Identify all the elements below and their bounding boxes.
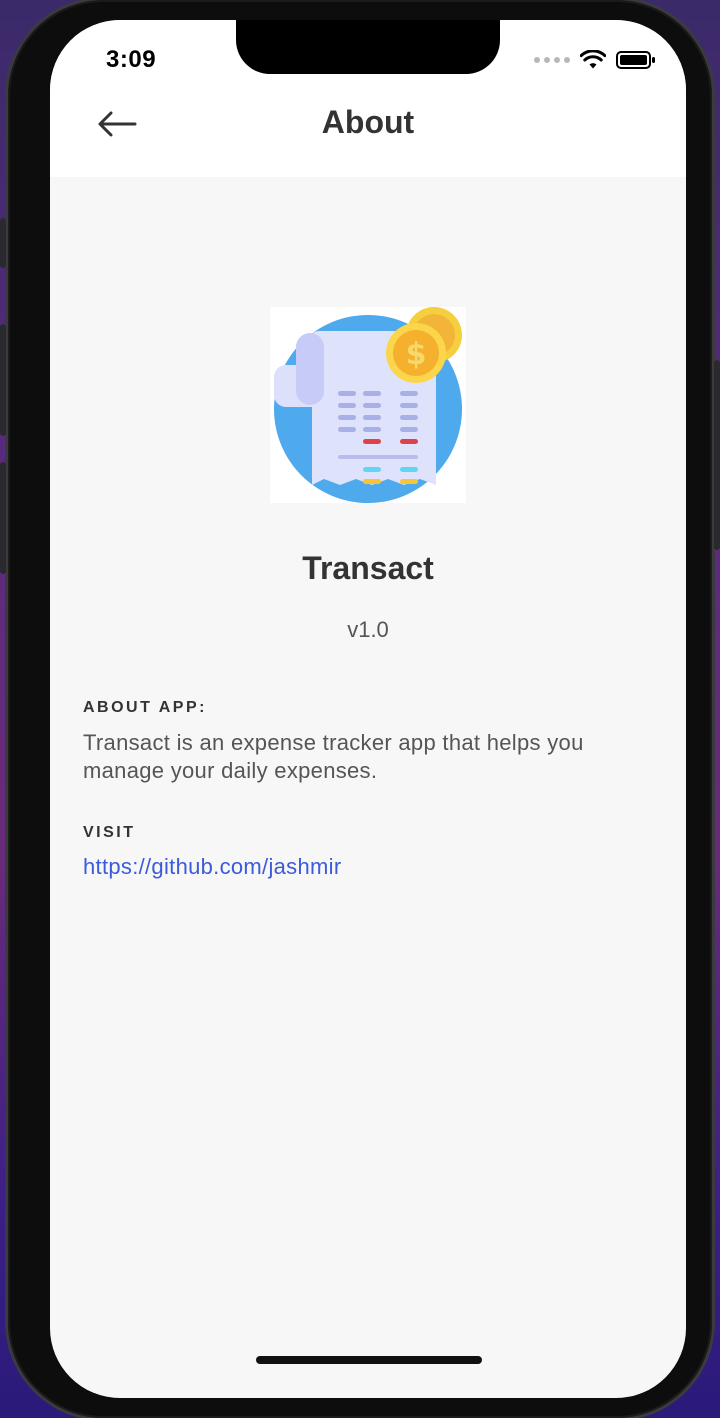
signal-dots-icon [534,57,570,63]
receipt-with-coins-icon: $ [274,307,462,503]
battery-icon [616,51,655,69]
visit-label: VISIT [83,824,136,841]
about-app-label: ABOUT APP: [83,699,207,716]
page-title: About [321,104,415,140]
status-time: 3:09 [106,46,157,73]
side-button-volume-up [0,324,6,436]
home-indicator[interactable] [256,1356,482,1364]
notch [236,20,500,74]
app-bar: 3:09 About [50,20,686,177]
about-app-description: Transact is an expense tracker app that … [83,730,584,783]
app-version: v1.0 [347,617,389,642]
phone-frame: 3:09 About $ Transact v1.0 ABOUT APP: Tr… [0,0,720,1418]
side-button-power [714,360,720,550]
app-name: Transact [302,550,434,586]
side-button-volume-down [0,462,6,574]
status-icons [534,50,656,70]
side-button-mute [0,218,6,268]
wifi-icon [580,50,606,69]
github-link[interactable]: https://github.com/jashmir [83,854,341,880]
app-logo: $ [270,307,466,503]
svg-text:$: $ [406,337,427,372]
app-screen: 3:09 About $ Transact v1.0 ABOUT APP: Tr… [50,20,686,1398]
